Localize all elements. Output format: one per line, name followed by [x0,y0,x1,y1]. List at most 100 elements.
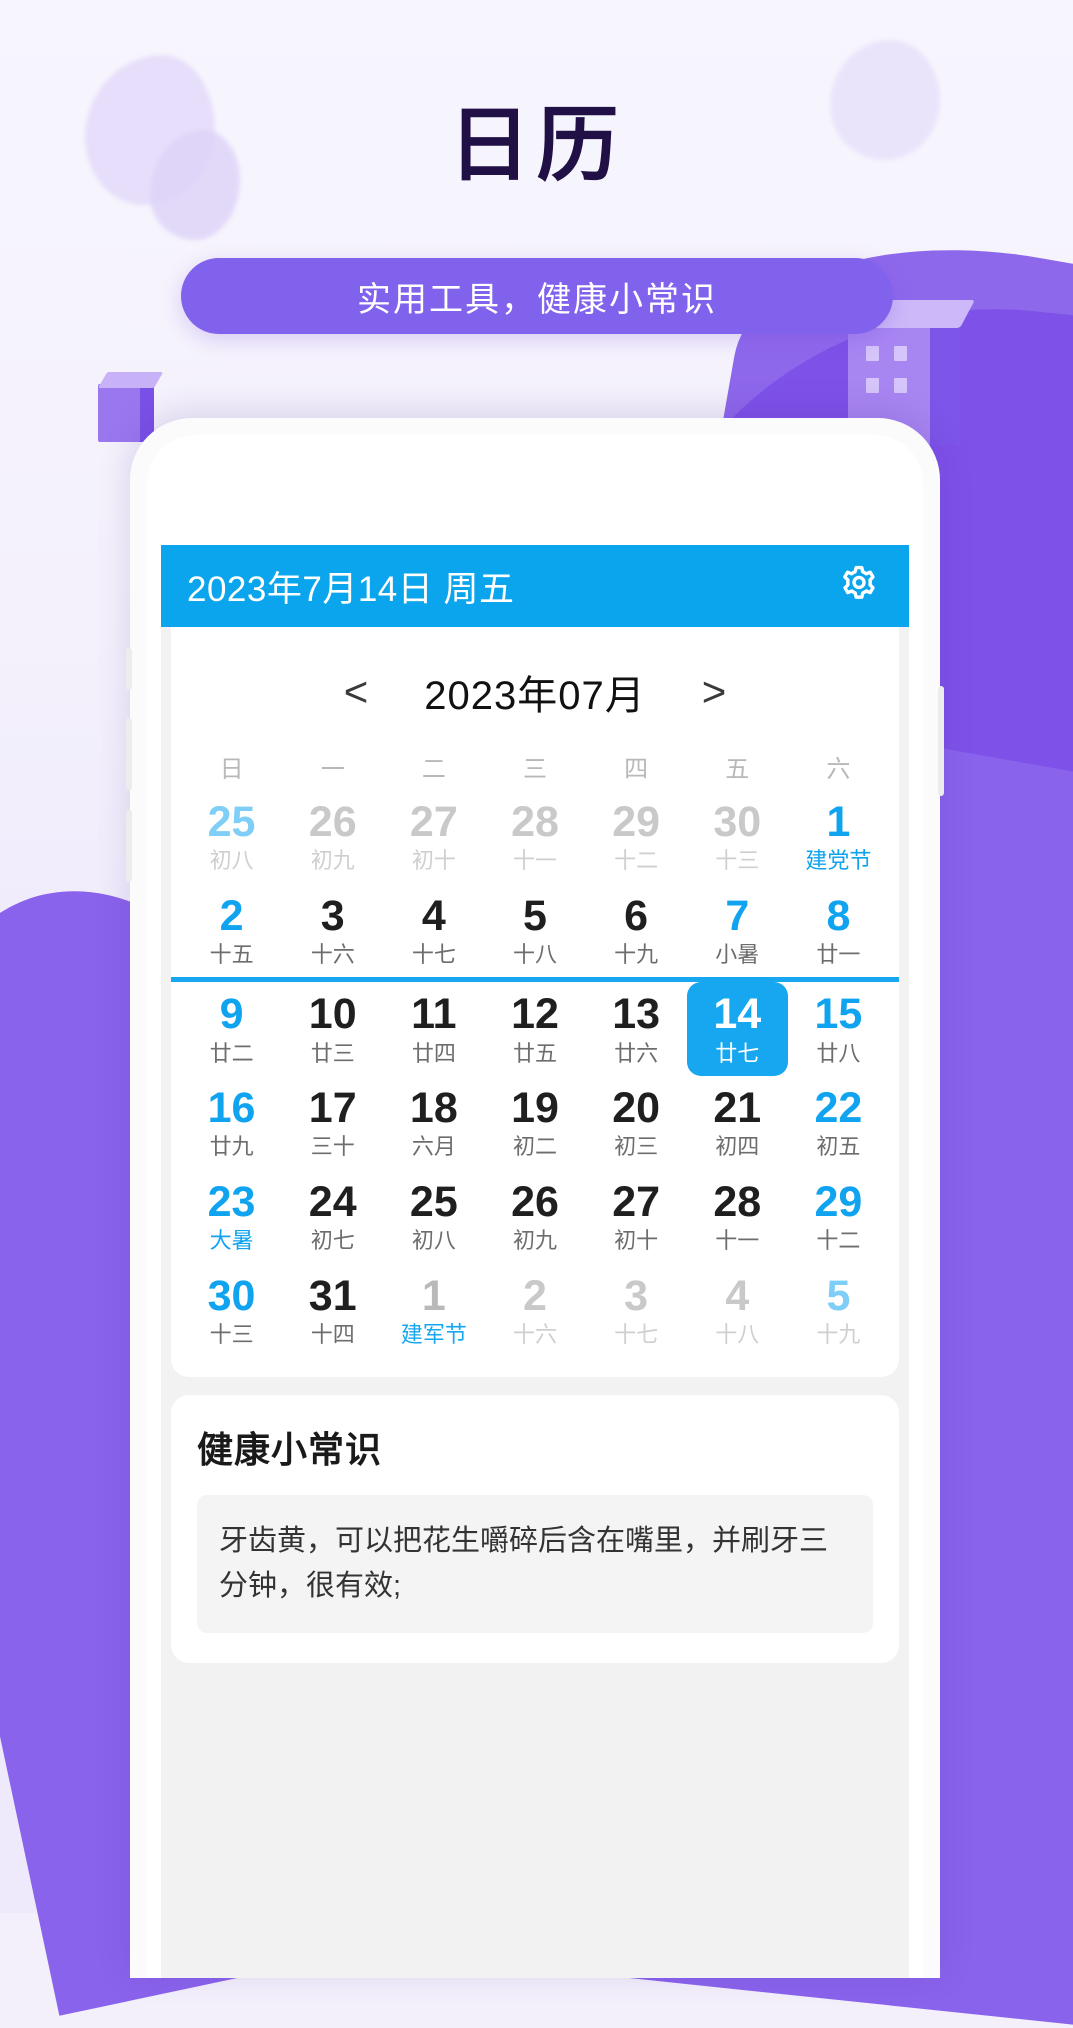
calendar-day-lunar: 十九 [816,1321,861,1347]
calendar-day-cell[interactable]: 23 大暑 [181,1170,282,1264]
calendar-day-cell[interactable]: 15 廿八 [788,982,889,1076]
calendar-grid: 25 初八 26 初九 27 初十 28 十一 29 十二 30 十三 1 建党节 2 十五 3 十六 4 十七 5 十八… [171,790,899,1357]
calendar-day-cell[interactable]: 30 十三 [687,790,788,884]
calendar-day-lunar: 十六 [310,941,355,967]
calendar-day-cell[interactable]: 21 初四 [687,1076,788,1170]
calendar-day-cell[interactable]: 3 十六 [282,884,383,978]
calendar-day-number: 27 [409,798,458,846]
calendar-day-cell[interactable]: 19 初二 [484,1076,585,1170]
calendar-day-number: 27 [612,1177,661,1226]
subtitle-banner: 实用工具，健康小常识 [181,258,893,334]
calendar-day-cell[interactable]: 16 廿九 [181,1076,282,1170]
calendar-day-cell[interactable]: 28 十一 [484,790,585,884]
calendar-day-number: 16 [207,1084,256,1133]
gear-icon[interactable] [835,562,883,610]
calendar-day-lunar: 小暑 [715,941,760,967]
calendar-day-lunar: 十六 [512,1321,557,1347]
calendar-day-cell[interactable]: 8 廿一 [788,884,889,978]
calendar-day-number: 30 [207,1271,256,1320]
calendar-day-number: 25 [207,798,256,846]
calendar-day-cell[interactable]: 1 建党节 [788,790,889,884]
calendar-day-cell[interactable]: 18 六月 [383,1076,484,1170]
calendar-day-number: 9 [219,990,244,1039]
calendar-day-lunar: 初九 [512,1228,557,1254]
calendar-day-lunar: 十二 [816,1228,861,1254]
calendar-day-lunar: 十九 [614,941,659,967]
calendar-day-cell[interactable]: 29 十二 [586,790,687,884]
calendar-day-cell[interactable]: 25 初八 [383,1170,484,1264]
calendar-day-cell[interactable]: 7 小暑 [687,884,788,978]
calendar-day-lunar: 廿七 [715,1040,760,1066]
calendar-day-cell[interactable]: 27 初十 [586,1170,687,1264]
calendar-day-cell[interactable]: 13 廿六 [586,982,687,1076]
calendar-day-cell[interactable]: 22 初五 [788,1076,889,1170]
calendar-day-lunar: 十三 [715,848,760,874]
calendar-day-number: 13 [612,990,661,1039]
weekday-label: 四 [624,756,649,783]
calendar-day-cell[interactable]: 2 十五 [181,884,282,978]
calendar-day-number: 11 [411,990,457,1039]
calendar-day-lunar: 廿九 [209,1134,254,1160]
calendar-day-number: 28 [713,1177,762,1226]
calendar-day-number: 19 [511,1084,559,1133]
calendar-day-cell[interactable]: 14 廿七 [686,982,788,1077]
calendar-week-row: 9 廿二 10 廿三 11 廿四 12 廿五 13 廿六 14 廿七 15 廿八 [171,982,899,1077]
calendar-day-cell[interactable]: 12 廿五 [484,982,585,1076]
calendar-day-number: 26 [308,798,357,846]
calendar-day-number: 24 [308,1177,357,1226]
phone-button-volume-up [126,718,132,790]
next-month-button[interactable]: > [702,671,727,713]
calendar-day-lunar: 初二 [512,1134,557,1160]
calendar-day-cell[interactable]: 11 廿四 [383,982,484,1076]
calendar-day-cell[interactable]: 4 十八 [687,1264,788,1358]
prev-month-button[interactable]: < [344,671,369,713]
calendar-day-cell[interactable]: 5 十九 [788,1264,889,1358]
calendar-day-lunar: 十五 [209,941,254,967]
calendar-day-number: 2 [219,891,244,940]
calendar-day-cell[interactable]: 1 建军节 [383,1264,484,1358]
calendar-day-cell[interactable]: 27 初十 [383,790,484,884]
calendar-day-lunar: 初十 [411,848,456,874]
calendar-day-number: 5 [826,1271,851,1320]
calendar-day-number: 18 [409,1084,458,1133]
calendar-day-cell[interactable]: 5 十八 [484,884,585,978]
calendar-day-cell[interactable]: 3 十七 [586,1264,687,1358]
calendar-day-number: 1 [421,1271,446,1320]
page-title: 日历 [448,100,625,191]
calendar-day-number: 5 [523,891,547,940]
calendar-day-lunar: 廿五 [512,1040,557,1066]
calendar-day-cell[interactable]: 30 十三 [181,1264,282,1358]
calendar-day-cell[interactable]: 31 十四 [282,1264,383,1358]
calendar-week-row: 30 十三 31 十四 1 建军节 2 十六 3 十七 4 十八 5 十九 [171,1264,899,1358]
calendar-day-lunar: 廿六 [614,1040,659,1066]
calendar-day-cell[interactable]: 10 廿三 [282,982,383,1076]
calendar-day-number: 14 [713,990,762,1039]
calendar-day-number: 2 [523,1271,547,1320]
phone-button-power [938,686,944,796]
calendar-day-lunar: 初四 [715,1134,760,1160]
calendar-day-number: 15 [814,990,863,1039]
calendar-day-cell[interactable]: 17 三十 [282,1076,383,1170]
calendar-day-number: 22 [814,1084,863,1133]
calendar-day-cell[interactable]: 9 廿二 [181,982,282,1076]
calendar-day-cell[interactable]: 28 十一 [687,1170,788,1264]
calendar-day-cell[interactable]: 2 十六 [484,1264,585,1358]
calendar-day-cell[interactable]: 24 初七 [282,1170,383,1264]
calendar-day-cell[interactable]: 26 初九 [484,1170,585,1264]
current-date-label: 2023年7月14日 周五 [187,569,515,609]
calendar-day-number: 6 [624,891,649,940]
calendar-day-cell[interactable]: 4 十七 [383,884,484,978]
calendar-day-lunar: 十七 [411,941,456,967]
calendar-day-cell[interactable]: 25 初八 [181,790,282,884]
calendar-day-cell[interactable]: 20 初三 [586,1076,687,1170]
calendar-day-cell[interactable]: 6 十九 [586,884,687,978]
calendar-day-number: 29 [612,798,661,846]
calendar-day-number: 3 [624,1271,649,1320]
calendar-day-number: 26 [511,1177,559,1226]
calendar-day-number: 12 [511,990,559,1039]
calendar-day-lunar: 初八 [411,1228,456,1254]
calendar-day-lunar: 十八 [512,941,557,967]
calendar-day-cell[interactable]: 26 初九 [282,790,383,884]
weekday-label: 三 [522,756,547,783]
calendar-day-cell[interactable]: 29 十二 [788,1170,889,1264]
